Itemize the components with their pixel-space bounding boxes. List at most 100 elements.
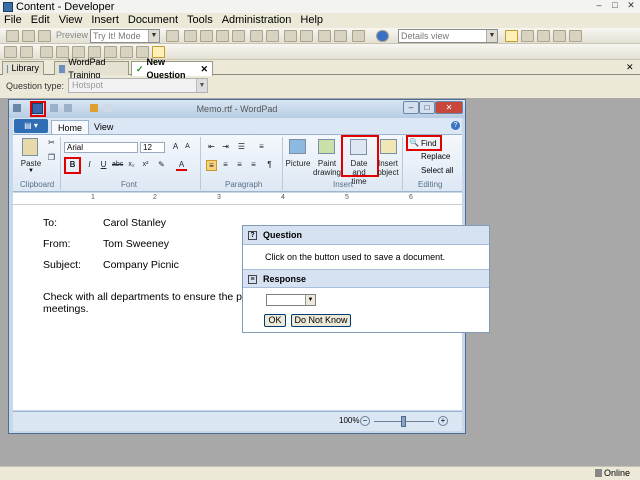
scissors-icon[interactable] (184, 30, 197, 42)
insert-object-button[interactable]: Insert object (374, 159, 402, 177)
decrease-indent-icon[interactable]: ⇤ (206, 142, 217, 153)
redo-icon[interactable] (64, 104, 72, 112)
replace-icon[interactable] (266, 30, 279, 42)
file-menu-button[interactable]: ▤ ▾ (14, 119, 48, 133)
copy-icon[interactable]: ❐ (46, 153, 57, 164)
question-type-select[interactable]: Hotspot ▼ (68, 78, 208, 93)
ribbon-tab-view[interactable]: View (88, 120, 119, 134)
picture-icon[interactable] (289, 139, 306, 154)
step-back-icon[interactable] (4, 46, 17, 58)
delete-icon[interactable] (232, 30, 245, 42)
question-type-label: Question type: (6, 81, 65, 91)
paragraph-icon[interactable]: ¶ (264, 160, 275, 171)
menu-file[interactable]: File (4, 14, 22, 26)
step-next-icon[interactable] (20, 46, 33, 58)
paste-chevron-icon[interactable]: ▼ (28, 168, 34, 174)
print-icon[interactable] (90, 104, 98, 112)
layout-three-icon[interactable] (537, 30, 550, 42)
menu-document[interactable]: Document (128, 14, 178, 26)
frame-add-icon[interactable] (56, 46, 69, 58)
maximize-icon[interactable]: □ (608, 0, 622, 12)
properties-icon[interactable] (352, 30, 365, 42)
zoom-thumb[interactable] (401, 416, 406, 427)
redo-icon[interactable] (300, 30, 313, 42)
layout-five-icon[interactable] (569, 30, 582, 42)
cut-icon[interactable]: ✂ (46, 138, 57, 149)
subscript-icon[interactable]: x₂ (126, 160, 137, 171)
tab-new-question[interactable]: ✓ New Question ✕ (131, 57, 213, 80)
do-not-know-button[interactable]: Do Not Know (291, 314, 351, 327)
wp-maximize-icon[interactable]: □ (419, 101, 435, 114)
help-icon[interactable]: ? (451, 121, 460, 130)
replace-button[interactable]: Replace (421, 152, 450, 161)
frame-icon[interactable] (40, 46, 53, 58)
menu-administration[interactable]: Administration (222, 14, 292, 26)
tab-close-icon[interactable]: ✕ (200, 63, 208, 76)
select-all-button[interactable]: Select all (421, 166, 453, 175)
menu-edit[interactable]: Edit (31, 14, 50, 26)
view-select[interactable]: Details view ▼ (398, 29, 498, 43)
strikethrough-icon[interactable]: abc (112, 160, 123, 171)
picture-button[interactable]: Picture (284, 159, 312, 168)
subject-label: Subject: (43, 259, 81, 271)
tab-wordpad-training[interactable]: WordPad Training (54, 57, 129, 80)
paste-button[interactable]: Paste (20, 159, 42, 168)
ok-button[interactable]: OK (264, 314, 286, 327)
align-right-icon[interactable]: ≡ (234, 160, 245, 171)
open-icon[interactable] (6, 30, 19, 42)
preview-button[interactable]: Preview (56, 30, 88, 40)
layout-one-icon[interactable] (505, 30, 518, 42)
paint-drawing-icon[interactable] (318, 139, 335, 154)
help-icon[interactable] (376, 30, 389, 42)
zoom-out-icon[interactable]: − (360, 416, 370, 426)
menu-insert[interactable]: Insert (91, 14, 119, 26)
wp-close-icon[interactable]: ✕ (435, 101, 463, 114)
cut-icon[interactable] (38, 30, 51, 42)
record-icon[interactable] (166, 30, 179, 42)
zoom-in-icon[interactable]: + (438, 416, 448, 426)
font-color-icon[interactable]: A (176, 160, 187, 171)
hotspot-save[interactable] (30, 101, 46, 117)
italic-icon[interactable]: I (84, 160, 95, 171)
insert-object-icon[interactable] (380, 139, 397, 154)
move-up-icon[interactable] (318, 30, 331, 42)
highlight-icon[interactable]: ✎ (156, 160, 167, 171)
increase-indent-icon[interactable]: ⇥ (220, 142, 231, 153)
minimize-icon[interactable]: ‒ (592, 0, 606, 12)
menu-tools[interactable]: Tools (187, 14, 213, 26)
response-select[interactable]: ▼ (266, 294, 316, 306)
line-spacing-icon[interactable]: ≡ (256, 142, 267, 153)
ribbon-tab-home[interactable]: Home (51, 120, 90, 134)
paint-drawing-button[interactable]: Paint drawing (312, 159, 342, 177)
justify-icon[interactable]: ≡ (248, 160, 259, 171)
layout-four-icon[interactable] (553, 30, 566, 42)
save-icon[interactable] (22, 30, 35, 42)
align-left-icon[interactable]: ≡ (206, 160, 217, 171)
align-center-icon[interactable]: ≡ (220, 160, 231, 171)
find-icon[interactable] (250, 30, 263, 42)
font-name-select[interactable]: Arial (64, 142, 138, 153)
bullets-icon[interactable]: ☰ (236, 142, 247, 153)
new-icon[interactable] (104, 104, 112, 112)
undo-icon[interactable] (284, 30, 297, 42)
grow-font-icon[interactable]: A (170, 142, 181, 153)
copy-icon[interactable] (200, 30, 213, 42)
hotspot-bold[interactable] (64, 157, 81, 174)
close-icon[interactable]: ✕ (624, 0, 638, 12)
mode-select[interactable]: Try It! Mode ▼ (90, 29, 160, 43)
paste-icon[interactable] (22, 138, 38, 156)
menu-help[interactable]: Help (300, 14, 323, 26)
menu-view[interactable]: View (59, 14, 83, 26)
font-size-select[interactable]: 12 (140, 142, 165, 153)
superscript-icon[interactable]: x² (140, 160, 151, 171)
shrink-font-icon[interactable]: A (182, 142, 193, 153)
paste-icon[interactable] (216, 30, 229, 42)
close-tab-icon[interactable]: ✕ (626, 62, 634, 73)
tab-library[interactable]: Library (2, 61, 44, 75)
underline-icon[interactable]: U (98, 160, 109, 171)
hotspot-find[interactable] (406, 135, 442, 151)
move-down-icon[interactable] (334, 30, 347, 42)
undo-icon[interactable] (50, 104, 58, 112)
layout-two-icon[interactable] (521, 30, 534, 42)
wp-minimize-icon[interactable]: ‒ (403, 101, 419, 114)
